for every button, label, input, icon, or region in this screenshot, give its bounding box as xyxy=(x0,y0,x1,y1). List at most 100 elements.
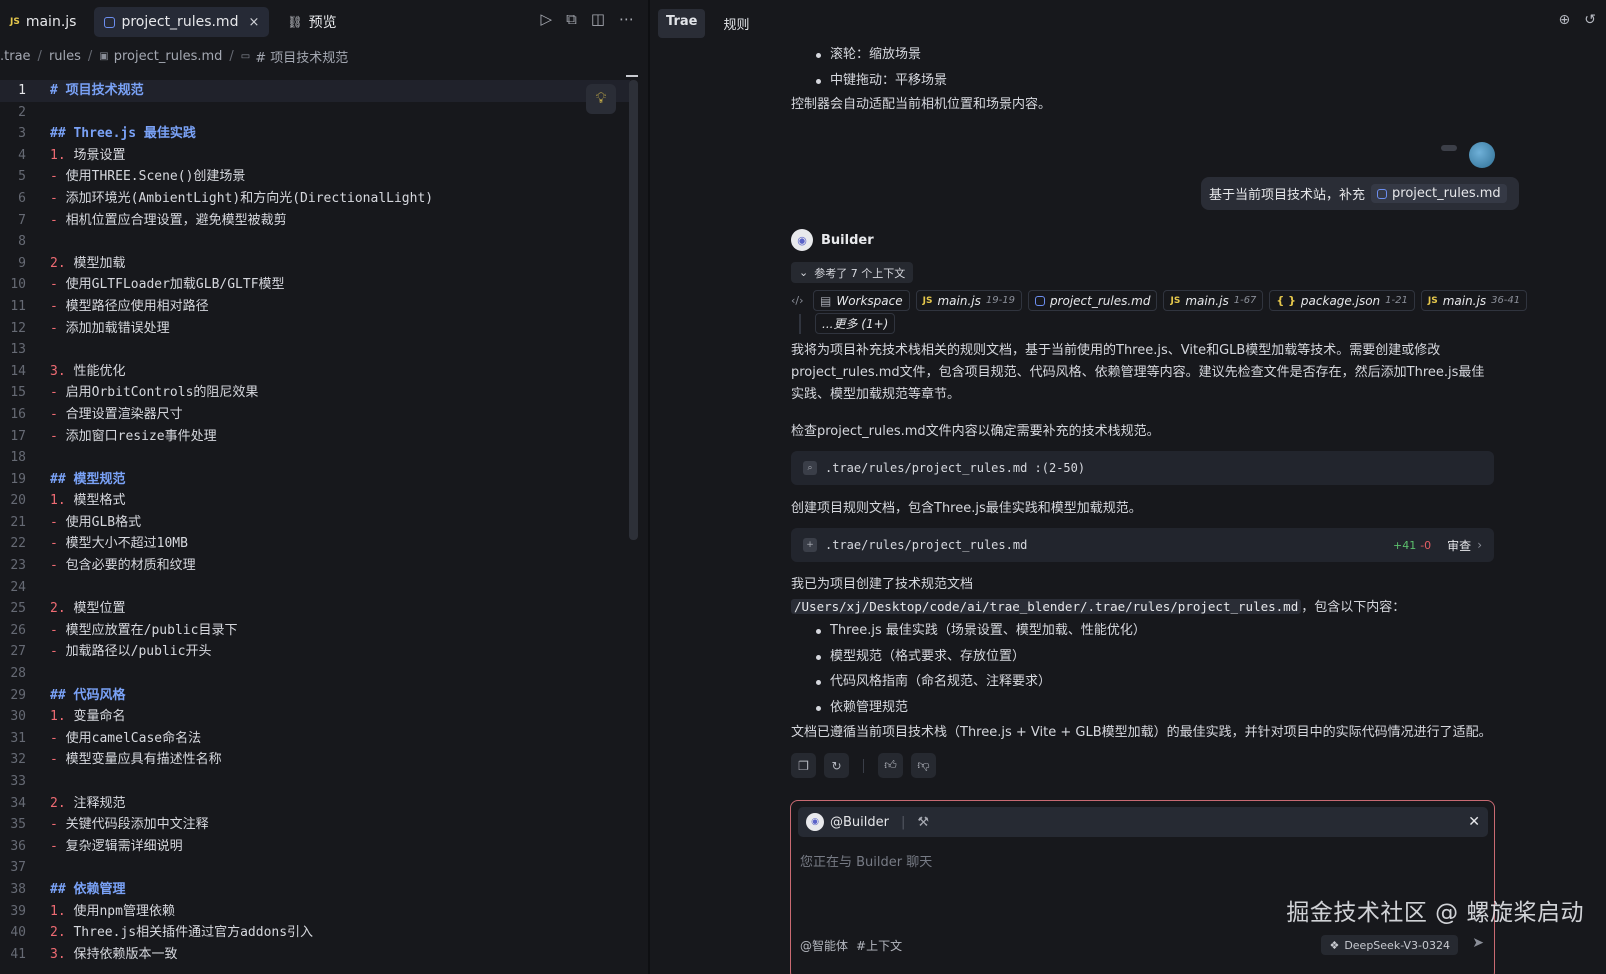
close-icon[interactable]: ✕ xyxy=(1468,814,1480,830)
tools-icon[interactable]: ⚒ xyxy=(917,815,929,830)
code-line[interactable]: 19 ## 模型规范 xyxy=(0,469,630,491)
code-line[interactable]: 38 ## 依赖管理 xyxy=(0,879,630,901)
breadcrumb-item[interactable]: rules xyxy=(49,49,81,64)
code-line[interactable]: 18 xyxy=(0,447,630,469)
code-line[interactable]: 17 - 添加窗口resize事件处理 xyxy=(0,426,630,448)
tab-rules[interactable]: 规则 xyxy=(715,9,757,38)
code-line[interactable]: 1 # 项目技术规范 💡︎ xyxy=(0,80,630,114)
code-line[interactable]: 31 - 使用camelCase命名法 xyxy=(0,728,630,750)
code-text: - 加载路径以/public开头 xyxy=(50,641,211,663)
thumbs-down-icon[interactable]: 👎︎ xyxy=(911,753,936,778)
code-line[interactable]: 16 - 合理设置渲染器尺寸 xyxy=(0,404,630,426)
split-editor-icon[interactable]: ◫ xyxy=(591,10,605,28)
more-icon[interactable]: ⋯ xyxy=(619,10,634,28)
code-line[interactable]: 25 2. 模型位置 xyxy=(0,598,630,620)
context-chip[interactable]: JS main.js 1-67 xyxy=(1163,290,1264,311)
context-chip[interactable]: { } package.json 1-21 xyxy=(1269,290,1415,311)
tab-project-rules[interactable]: project_rules.md × xyxy=(94,7,270,37)
code-line[interactable]: 26 - 模型应放置在/public目录下 xyxy=(0,620,630,642)
code-line[interactable]: 37 xyxy=(0,857,630,879)
context-chip[interactable]: JS main.js 36-41 xyxy=(1420,290,1528,311)
agent-selector[interactable]: @智能体 xyxy=(800,937,848,954)
code-line[interactable]: 21 - 使用GLB格式 xyxy=(0,512,630,534)
code-line[interactable]: 13 xyxy=(0,339,630,361)
code-line[interactable]: 11 - 模型路径应使用相对路径 xyxy=(0,296,630,318)
code-line[interactable]: 7 - 相机位置应合理设置，避免模型被裁剪 xyxy=(0,210,630,232)
code-line[interactable]: 5 - 使用THREE.Scene()创建场景 xyxy=(0,166,630,188)
code-content: 模型位置 xyxy=(65,601,126,617)
agent-mention[interactable]: @Builder xyxy=(830,815,889,830)
list-marker: 3. xyxy=(50,946,66,962)
tab-preview[interactable]: ⛓ 预览 xyxy=(277,7,346,37)
code-line[interactable]: 29 ## 代码风格 xyxy=(0,685,630,707)
open-preview-icon[interactable]: ⧉ xyxy=(566,10,577,28)
line-number: 38 xyxy=(10,881,26,897)
code-line[interactable]: 15 - 启用OrbitControls的阻尼效果 xyxy=(0,382,630,404)
link-icon: ⛓ xyxy=(287,15,303,29)
line-number: 17 xyxy=(10,428,26,444)
code-line[interactable]: 12 - 添加加载错误处理 xyxy=(0,318,630,340)
code-area[interactable]: 1 # 项目技术规范 💡︎ 2 3 ## Three.js 最佳实践 4 1. 场景设置 5- … xyxy=(0,80,630,974)
list-marker: - xyxy=(50,622,58,638)
context-chip-label: main.js xyxy=(937,293,981,308)
code-line[interactable]: 28 xyxy=(0,663,630,685)
code-line[interactable]: 20 1. 模型格式 xyxy=(0,490,630,512)
context-chip[interactable]: JS main.js 19-19 xyxy=(915,290,1022,311)
run-icon[interactable]: ▷ xyxy=(541,10,553,28)
regenerate-icon[interactable]: ↻ xyxy=(824,753,849,778)
breadcrumb-item[interactable]: project_rules.md xyxy=(114,49,223,64)
code-line[interactable]: 30 1. 变量命名 xyxy=(0,706,630,728)
copy-icon[interactable]: ❐ xyxy=(791,753,816,778)
chat-input-placeholder[interactable]: 您正在与 Builder 聊天 xyxy=(800,851,932,870)
message-text: 文档已遵循当前项目技术栈（Three.js + Vite + GLB模型加载）的… xyxy=(791,725,1492,740)
breadcrumb-item[interactable]: # 项目技术规范 xyxy=(255,47,348,66)
code-line[interactable]: 4 1. 场景设置 xyxy=(0,145,630,167)
code-line[interactable]: 8 xyxy=(0,231,630,253)
thumbs-up-icon[interactable]: 👍︎ xyxy=(878,753,903,778)
context-chip[interactable]: project_rules.md xyxy=(1027,290,1158,311)
code-line[interactable]: 24 xyxy=(0,577,630,599)
code-line[interactable]: 27 - 加载路径以/public开头 xyxy=(0,641,630,663)
tab-trae[interactable]: Trae xyxy=(658,9,706,38)
code-line[interactable]: 36 - 复杂逻辑需详细说明 xyxy=(0,836,630,858)
code-line[interactable]: 9 2. 模型加载 xyxy=(0,253,630,275)
code-line[interactable]: 6 - 添加环境光(AmbientLight)和方向光(DirectionalLi… xyxy=(0,188,630,210)
review-button[interactable]: 审查 xyxy=(1447,537,1471,554)
model-selector[interactable]: ❖ DeepSeek-V3-0324 xyxy=(1321,935,1458,955)
code-line[interactable]: 22 - 模型大小不超过10MB xyxy=(0,533,630,555)
context-more-row: ...更多 (1+) xyxy=(799,313,896,334)
code-line[interactable]: 10 - 使用GLTFLoader加载GLB/GLTF模型 xyxy=(0,274,630,296)
context-toggle[interactable]: ⌄ 参考了 7 个上下文 xyxy=(791,262,914,283)
send-icon[interactable]: ➤ xyxy=(1472,935,1484,951)
code-line[interactable]: 2 xyxy=(0,102,630,124)
tool-call-edit-file[interactable]: + .trae/rules/project_rules.md +41 -0 审查… xyxy=(791,528,1494,562)
new-chat-icon[interactable]: ⊕ xyxy=(1559,12,1571,28)
tab-main-js[interactable]: JS main.js xyxy=(0,7,86,37)
code-line[interactable]: 34 2. 注释规范 xyxy=(0,793,630,815)
context-selector[interactable]: #上下文 xyxy=(856,937,902,954)
code-editor: JS main.js project_rules.md × ⛓ 预览 ▷ ⧉ ◫… xyxy=(0,0,648,974)
code-line[interactable]: 33 xyxy=(0,771,630,793)
breadcrumb-item[interactable]: .trae xyxy=(0,49,31,64)
chevron-down-icon: ⌄ xyxy=(799,266,809,279)
js-icon: JS xyxy=(1170,295,1181,306)
code-line[interactable]: 3 ## Three.js 最佳实践 xyxy=(0,123,630,145)
code-line[interactable]: 14 3. 性能优化 xyxy=(0,361,630,383)
close-tab-icon[interactable]: × xyxy=(248,15,259,30)
code-line[interactable]: 39 1. 使用npm管理依赖 xyxy=(0,901,630,923)
code-line[interactable]: 41 3. 保持依赖版本一致 xyxy=(0,944,630,966)
code-line[interactable]: 35 - 关键代码段添加中文注释 xyxy=(0,814,630,836)
list-marker: - xyxy=(50,536,58,552)
file-reference-chip[interactable]: project_rules.md xyxy=(1371,184,1507,203)
code-line[interactable]: 23 - 包含必要的材质和纹理 xyxy=(0,555,630,577)
tool-call-read-file[interactable]: ⌕ .trae/rules/project_rules.md :(2-50) xyxy=(791,451,1494,485)
editor-scrollbar[interactable] xyxy=(629,80,638,540)
context-more-chip[interactable]: ...更多 (1+) xyxy=(815,313,896,334)
code-line[interactable]: 40 2. Three.js相关插件通过官方addons引入 xyxy=(0,922,630,944)
code-content: 模型大小不超过10MB xyxy=(57,536,188,552)
context-chip[interactable]: ▤ Workspace xyxy=(813,290,910,311)
history-icon[interactable]: ↺ xyxy=(1584,12,1596,28)
code-content: 添加环境光(AmbientLight)和方向光(DirectionalLight… xyxy=(57,190,434,206)
code-line[interactable]: 32 - 模型变量应具有描述性名称 xyxy=(0,749,630,771)
chat-input-box[interactable]: ◉ @Builder | ⚒ ✕ 您正在与 Builder 聊天 @智能体 #上… xyxy=(790,800,1495,974)
